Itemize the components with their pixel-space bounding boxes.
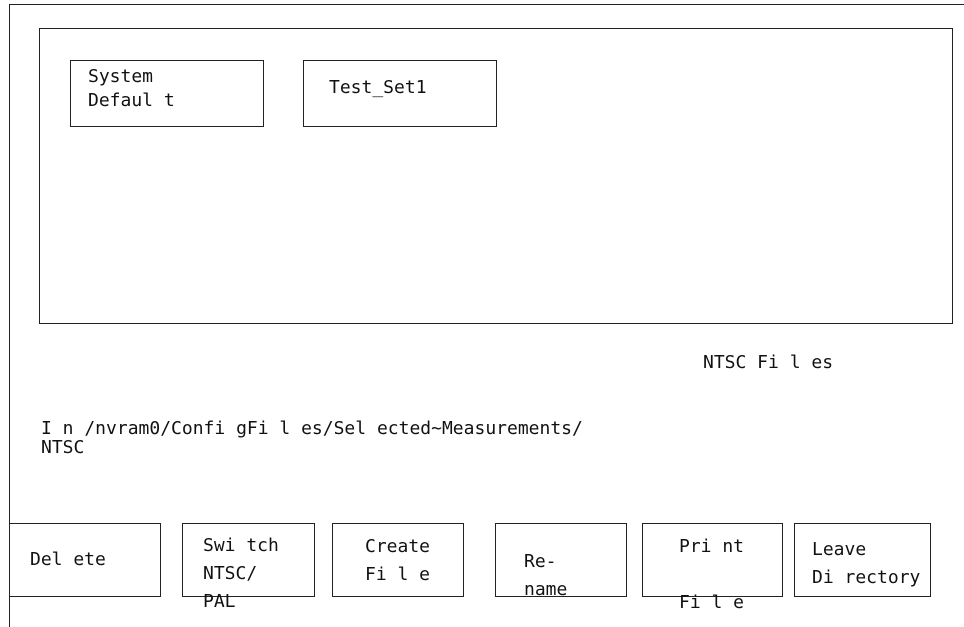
create-label: Create Fi l e <box>365 536 431 585</box>
files-heading: NTSC Fi l es <box>703 352 834 373</box>
current-directory-path: I n /nvram0/Confi gFi l es/Sel ected~Mea… <box>41 418 583 458</box>
leave-label: Leave Di rectory <box>812 539 921 588</box>
print-label: Pri nt Fi l e <box>679 536 745 613</box>
delete-softkey[interactable]: Del ete <box>9 523 161 597</box>
switch-ntsc-pal-softkey[interactable]: Swi tch NTSC/ PAL <box>182 523 315 612</box>
delete-label: Del ete <box>30 549 106 570</box>
create-file-softkey[interactable]: Create Fi l e <box>332 523 464 597</box>
file-browser-panel: System Defaul t Test_Set1 <box>39 28 953 324</box>
leave-directory-softkey[interactable]: Leave Di rectory <box>794 523 931 597</box>
rename-softkey[interactable]: Re- name <box>495 523 627 600</box>
file-system-default[interactable]: System Defaul t <box>70 60 264 127</box>
rename-label: Re- name <box>524 551 568 600</box>
print-file-softkey[interactable]: Pri nt Fi l e <box>642 523 783 613</box>
file-test-set1[interactable]: Test_Set1 <box>303 60 497 127</box>
switch-label: Swi tch NTSC/ PAL <box>203 535 279 612</box>
